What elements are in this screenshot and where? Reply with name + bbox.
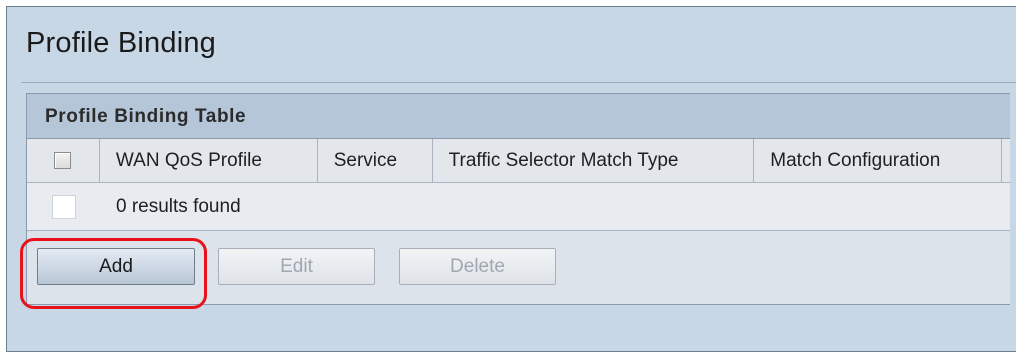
table-button-bar: Add Edit Delete: [27, 231, 1010, 304]
column-header-service[interactable]: Service: [318, 139, 433, 182]
column-header-traffic-selector-match-type[interactable]: Traffic Selector Match Type: [433, 139, 755, 182]
select-all-cell: [27, 139, 100, 182]
add-button[interactable]: Add: [37, 248, 195, 285]
column-header-overflow: [1002, 139, 1010, 182]
title-divider: [21, 82, 1016, 83]
table-title: Profile Binding Table: [27, 94, 1010, 139]
delete-button[interactable]: Delete: [399, 248, 556, 285]
edit-button[interactable]: Edit: [218, 248, 375, 285]
table-row: 0 results found: [27, 183, 1010, 231]
select-all-checkbox[interactable]: [54, 152, 72, 169]
row-checkbox-cell: [27, 194, 100, 219]
column-header-wan-qos-profile[interactable]: WAN QoS Profile: [100, 139, 318, 182]
page-title: Profile Binding: [26, 27, 216, 59]
row-checkbox[interactable]: [51, 194, 76, 219]
profile-binding-table: Profile Binding Table WAN QoS Profile Se…: [26, 93, 1010, 305]
column-header-match-configuration[interactable]: Match Configuration: [754, 139, 1003, 182]
results-count: 0 results found: [116, 195, 241, 217]
table-header-row: WAN QoS Profile Service Traffic Selector…: [27, 139, 1010, 183]
